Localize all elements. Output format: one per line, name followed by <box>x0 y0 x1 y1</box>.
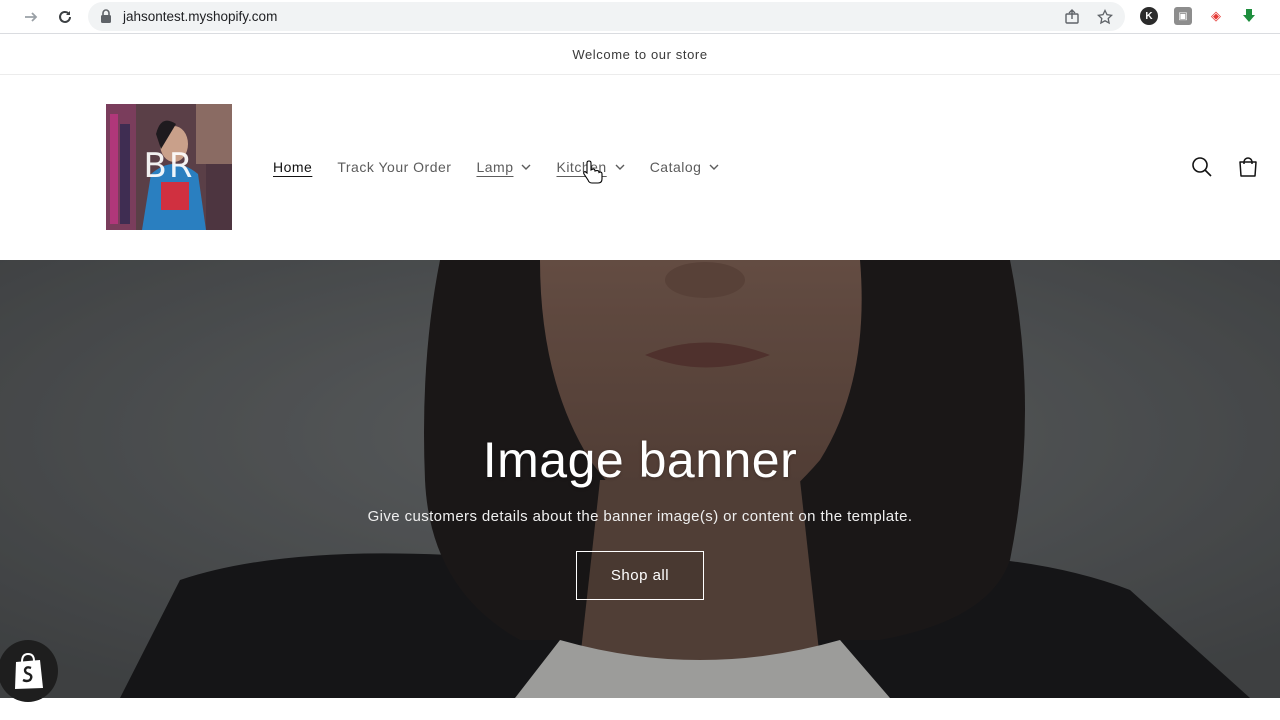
announcement-bar: Welcome to our store <box>0 34 1280 75</box>
store-logo[interactable]: BR <box>106 104 232 230</box>
nav-item-label: Lamp <box>476 159 514 175</box>
logo-letters: BR <box>143 146 195 186</box>
url-text: jahsontest.myshopify.com <box>123 9 278 24</box>
lock-icon <box>100 9 112 28</box>
image-banner: Image banner Give customers details abou… <box>0 260 1280 698</box>
browser-toolbar: jahsontest.myshopify.com K ▣ ◈ <box>0 0 1280 34</box>
nav-item-label: Home <box>273 159 313 175</box>
chevron-down-icon <box>709 164 719 170</box>
nav-item-label: Catalog <box>649 159 702 175</box>
chevron-down-icon <box>615 164 625 170</box>
banner-content: Image banner Give customers details abou… <box>0 430 1280 600</box>
mouse-pointer-icon <box>583 160 603 189</box>
page-bottom <box>0 698 1280 720</box>
announcement-text: Welcome to our store <box>572 46 708 62</box>
nav-item-catalog[interactable]: Catalog <box>650 158 720 176</box>
banner-description: Give customers details about the banner … <box>367 508 913 525</box>
chevron-down-icon <box>521 164 531 170</box>
site-header: BR Home Track Your Order Lamp Kitchen Ca… <box>0 75 1280 260</box>
search-icon[interactable] <box>1189 154 1215 180</box>
share-icon[interactable] <box>1063 8 1081 26</box>
shopify-bag-icon[interactable] <box>0 640 58 702</box>
nav-item-track-your-order[interactable]: Track Your Order <box>337 158 451 176</box>
download-icon[interactable] <box>1240 7 1258 25</box>
banner-title: Image banner <box>482 432 798 488</box>
profile-extension-icon[interactable]: K <box>1140 7 1158 25</box>
nav-item-label: Track Your Order <box>337 159 452 175</box>
forward-icon[interactable] <box>19 5 43 29</box>
reload-icon[interactable] <box>53 5 77 29</box>
cart-icon[interactable] <box>1235 154 1261 180</box>
main-nav: Home Track Your Order Lamp Kitchen Catal… <box>273 158 744 176</box>
bookmark-star-icon[interactable] <box>1096 8 1114 26</box>
address-bar[interactable]: jahsontest.myshopify.com <box>88 2 1125 31</box>
nav-item-lamp[interactable]: Lamp <box>476 158 531 176</box>
extension-icon[interactable]: ▣ <box>1174 7 1192 25</box>
record-extension-icon[interactable]: ◈ <box>1207 7 1225 25</box>
nav-item-home[interactable]: Home <box>273 158 312 176</box>
shop-all-button[interactable]: Shop all <box>576 551 704 600</box>
